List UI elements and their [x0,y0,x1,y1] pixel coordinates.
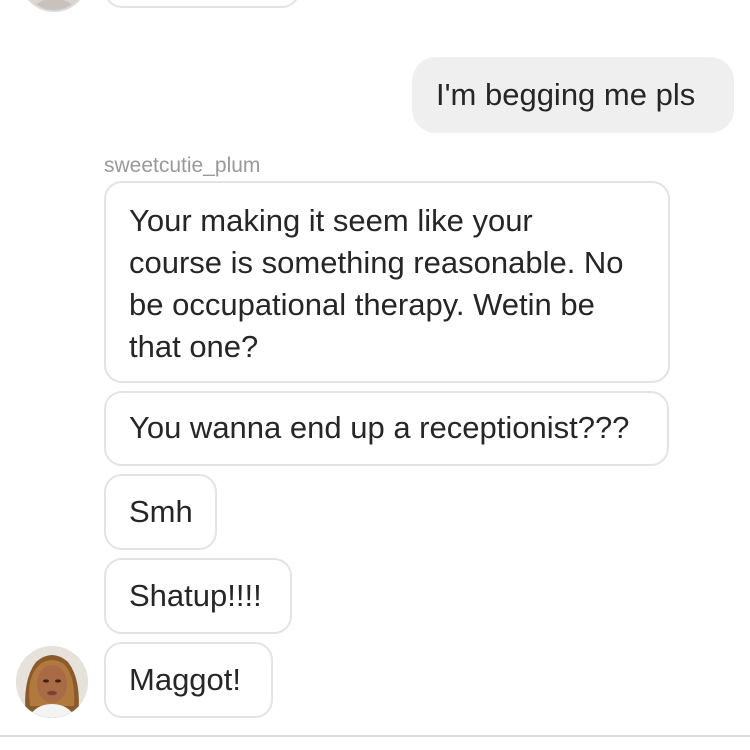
message-line: be occupational therapy. Wetin be [129,287,595,322]
received-message-bubble[interactable]: Shatup!!!! [104,558,292,634]
received-message-text: You wanna end up a receptionist??? [129,410,630,445]
message-line: Your making it seem like your [129,203,533,238]
received-message-bubble[interactable]: You wanna end up a receptionist??? [104,391,669,466]
sender-avatar[interactable] [16,646,88,718]
previous-message-bubble[interactable] [104,0,300,8]
user-avatar-icon [16,646,88,718]
chat-thread: I'm begging me pls sweetcutie_plum Your … [0,0,750,750]
sender-username: sweetcutie_plum [104,154,261,177]
sent-message-bubble[interactable]: I'm begging me pls [412,57,734,133]
received-message-bubble[interactable]: Maggot! [104,642,273,718]
received-message-bubble[interactable]: Smh [104,474,217,550]
previous-sender-avatar[interactable] [20,0,88,12]
received-message-text: Maggot! [129,662,242,697]
composer-divider [0,735,750,737]
message-line: that one? [129,329,259,364]
received-message-bubble[interactable]: Your making it seem like your course is … [104,181,670,383]
sent-message-text: I'm begging me pls [436,77,696,112]
received-message-text: Smh [129,494,193,529]
message-line: course is something reasonable. No [129,245,624,280]
received-message-text: Shatup!!!! [129,578,262,613]
